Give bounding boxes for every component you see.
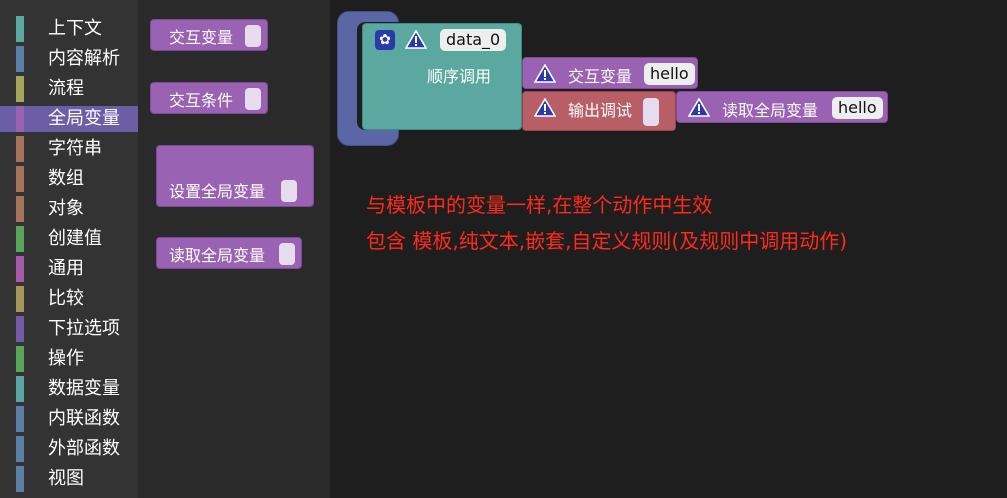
category-label: 创建值 bbox=[48, 228, 102, 249]
block-label: 交互变量 bbox=[568, 67, 633, 86]
category-item[interactable]: 内联函数 bbox=[0, 406, 138, 432]
category-label: 数据变量 bbox=[48, 378, 120, 399]
category-label: 内联函数 bbox=[48, 408, 120, 429]
category-color-swatch bbox=[16, 256, 24, 282]
category-item[interactable]: 创建值 bbox=[0, 226, 138, 252]
category-toolbox: 上下文内容解析流程全局变量字符串数组对象创建值通用比较下拉选项操作数据变量内联函… bbox=[0, 0, 138, 498]
value-slot[interactable] bbox=[245, 88, 261, 110]
annotation-line-2: 包含 模板,纯文本,嵌套,自定义规则(及规则中调用动作) bbox=[366, 229, 848, 253]
category-item[interactable]: 对象 bbox=[0, 196, 138, 222]
category-color-swatch bbox=[16, 406, 24, 432]
category-label: 流程 bbox=[48, 78, 84, 99]
category-color-swatch bbox=[16, 136, 24, 162]
warning-icon bbox=[534, 98, 556, 117]
category-item[interactable]: 字符串 bbox=[0, 136, 138, 162]
category-item[interactable]: 上下文 bbox=[0, 16, 138, 42]
category-color-swatch bbox=[16, 316, 24, 342]
category-label: 外部函数 bbox=[48, 438, 120, 459]
category-item[interactable]: 内容解析 bbox=[0, 46, 138, 72]
category-item[interactable]: 视图 bbox=[0, 466, 138, 492]
warning-icon bbox=[688, 98, 710, 117]
flyout-block-label: 读取全局变量 bbox=[169, 246, 266, 265]
annotation-line-1: 与模板中的变量一样,在整个动作中生效 bbox=[366, 193, 713, 217]
block-name-field[interactable]: data_0 bbox=[440, 29, 507, 51]
category-color-swatch bbox=[16, 166, 24, 192]
category-label: 数组 bbox=[48, 168, 84, 189]
category-label: 对象 bbox=[48, 198, 84, 219]
category-label: 操作 bbox=[48, 348, 84, 369]
category-label: 全局变量 bbox=[48, 108, 120, 129]
flyout-block-label: 交互变量 bbox=[169, 28, 234, 47]
category-color-swatch bbox=[16, 436, 24, 462]
block-flyout: 交互变量 交互条件 设置全局变量 读取全局变量 bbox=[138, 0, 330, 498]
category-item[interactable]: 全局变量 bbox=[0, 106, 138, 132]
flyout-block-label: 设置全局变量 bbox=[169, 182, 266, 201]
interact-variable-block[interactable]: 交互变量 hello bbox=[522, 57, 698, 89]
value-field[interactable]: hello bbox=[644, 63, 695, 85]
flyout-block-interact-condition[interactable]: 交互条件 bbox=[150, 82, 268, 114]
category-label: 下拉选项 bbox=[48, 318, 120, 339]
category-label: 内容解析 bbox=[48, 48, 120, 69]
value-field[interactable]: hello bbox=[832, 97, 883, 119]
category-color-swatch bbox=[16, 226, 24, 252]
value-slot[interactable] bbox=[281, 180, 297, 202]
get-global-variable-block[interactable]: 读取全局变量 hello bbox=[676, 91, 888, 123]
category-item[interactable]: 外部函数 bbox=[0, 436, 138, 462]
data-block[interactable]: ✿ data_0 顺序调用 bbox=[362, 23, 522, 130]
warning-icon bbox=[405, 30, 427, 49]
block-label: 读取全局变量 bbox=[722, 101, 819, 120]
category-item[interactable]: 数据变量 bbox=[0, 376, 138, 402]
category-item[interactable]: 操作 bbox=[0, 346, 138, 372]
category-label: 视图 bbox=[48, 468, 84, 489]
category-item[interactable]: 比较 bbox=[0, 286, 138, 312]
category-item[interactable]: 通用 bbox=[0, 256, 138, 282]
category-label: 字符串 bbox=[48, 138, 102, 159]
flyout-block-label: 交互条件 bbox=[169, 91, 234, 110]
value-slot[interactable] bbox=[245, 25, 261, 47]
flyout-block-interact-variable[interactable]: 交互变量 bbox=[150, 19, 268, 51]
value-slot[interactable] bbox=[643, 98, 659, 126]
gear-icon[interactable]: ✿ bbox=[375, 30, 395, 50]
category-color-swatch bbox=[16, 76, 24, 102]
warning-icon bbox=[534, 64, 556, 83]
category-label: 上下文 bbox=[48, 18, 102, 39]
statement-label: 顺序调用 bbox=[427, 67, 492, 86]
flyout-block-get-global-variable[interactable]: 读取全局变量 bbox=[156, 237, 302, 269]
category-label: 比较 bbox=[48, 288, 84, 309]
output-debug-block[interactable]: 输出调试 bbox=[522, 91, 676, 131]
category-color-swatch bbox=[16, 46, 24, 72]
category-item[interactable]: 数组 bbox=[0, 166, 138, 192]
category-color-swatch bbox=[16, 376, 24, 402]
flyout-block-set-global-variable[interactable]: 设置全局变量 bbox=[156, 145, 314, 207]
category-color-swatch bbox=[16, 196, 24, 222]
category-item[interactable]: 下拉选项 bbox=[0, 316, 138, 342]
category-color-swatch bbox=[16, 16, 24, 42]
block-label: 输出调试 bbox=[568, 101, 633, 120]
category-color-swatch bbox=[16, 106, 24, 132]
value-slot[interactable] bbox=[279, 243, 295, 265]
workspace: ✿ data_0 顺序调用 交互变量 hello 输出调试 读取全局变量 hel… bbox=[330, 0, 1007, 498]
category-color-swatch bbox=[16, 286, 24, 312]
category-color-swatch bbox=[16, 466, 24, 492]
category-label: 通用 bbox=[48, 258, 84, 279]
category-color-swatch bbox=[16, 346, 24, 372]
category-item[interactable]: 流程 bbox=[0, 76, 138, 102]
